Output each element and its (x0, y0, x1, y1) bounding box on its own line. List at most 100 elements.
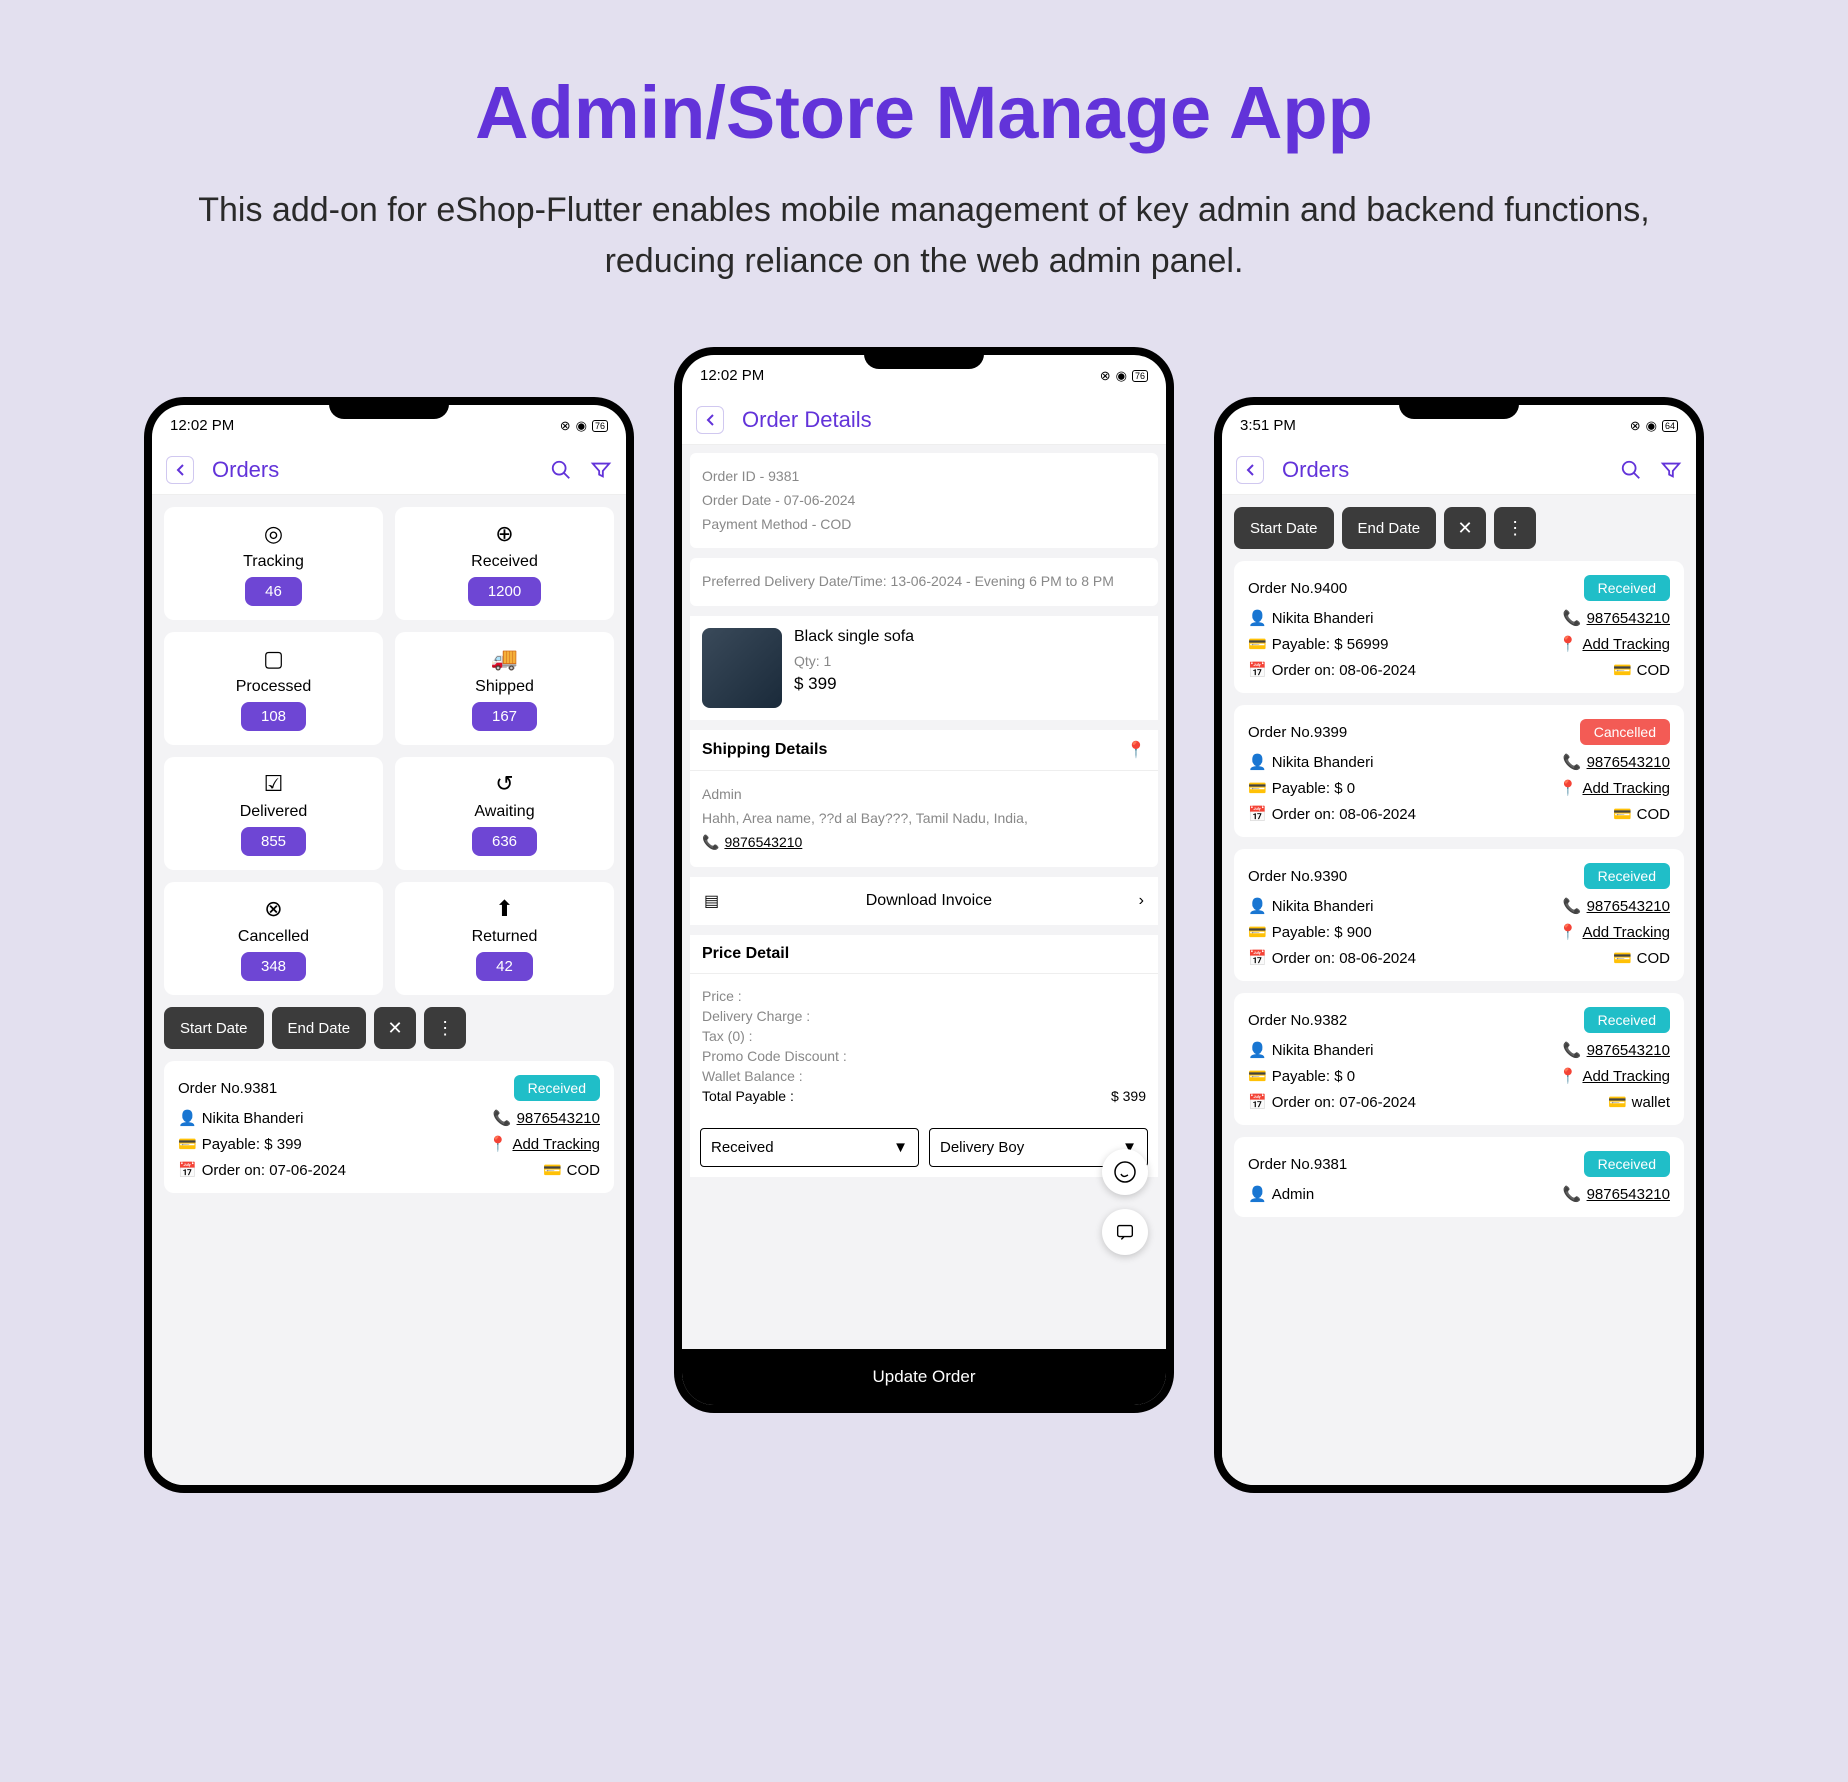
tracking-icon: ◎ (264, 521, 283, 547)
clear-date-button[interactable]: ✕ (1444, 507, 1486, 549)
product-qty: Qty: 1 (794, 650, 1146, 674)
order-info-section: Order ID - 9381 Order Date - 07-06-2024 … (690, 453, 1158, 548)
tile-cancelled[interactable]: ⊗Cancelled348 (164, 882, 383, 995)
filter-icon[interactable] (1660, 459, 1682, 481)
wifi-icon: ◉ (576, 418, 587, 434)
customer-name: 👤Nikita Bhanderi (1248, 897, 1373, 915)
phone-2: 12:02 PM ⊗◉76 Order Details Order ID - 9… (674, 347, 1174, 1413)
add-tracking-link[interactable]: 📍Add Tracking (489, 1135, 600, 1153)
shipping-header: Shipping Details📍 (690, 730, 1158, 770)
product-row[interactable]: Black single sofa Qty: 1 $ 399 (690, 616, 1158, 720)
whatsapp-fab[interactable] (1102, 1149, 1148, 1195)
more-button[interactable]: ⋮ (1494, 507, 1536, 549)
order-date: Order Date - 07-06-2024 (702, 489, 1146, 513)
order-number: Order No.9381 (178, 1080, 277, 1097)
order-card[interactable]: Order No.9382Received👤Nikita Bhanderi📞98… (1234, 993, 1684, 1125)
start-date-button[interactable]: Start Date (164, 1007, 264, 1049)
header-title: Orders (1282, 457, 1620, 483)
returned-icon: ⬆ (495, 896, 513, 922)
order-card[interactable]: Order No.9399Cancelled👤Nikita Bhanderi📞9… (1234, 705, 1684, 837)
chevron-right-icon: › (1139, 892, 1144, 910)
order-number: Order No.9381 (1248, 1156, 1347, 1173)
phone-icon: 📞 (1563, 753, 1582, 771)
back-button[interactable] (166, 456, 194, 484)
clear-date-button[interactable]: ✕ (374, 1007, 416, 1049)
customer-phone[interactable]: 📞9876543210 (1563, 1185, 1670, 1203)
wallet-label: Wallet Balance : (702, 1068, 803, 1084)
order-number: Order No.9390 (1248, 868, 1347, 885)
tile-shipped[interactable]: 🚚Shipped167 (395, 632, 614, 745)
order-id: Order ID - 9381 (702, 465, 1146, 489)
customer-phone[interactable]: 📞9876543210 (1563, 609, 1670, 627)
location-icon: 📍 (1559, 923, 1578, 941)
app-header: Order Details (682, 396, 1166, 445)
end-date-button[interactable]: End Date (272, 1007, 367, 1049)
location-icon[interactable]: 📍 (1126, 740, 1146, 760)
app-header: Orders (152, 446, 626, 495)
person-icon: 👤 (1248, 609, 1267, 627)
price-label: Price : (702, 988, 742, 1004)
back-button[interactable] (696, 406, 724, 434)
cancelled-icon: ⊗ (264, 896, 282, 922)
order-number: Order No.9400 (1248, 580, 1347, 597)
add-tracking-link[interactable]: 📍Add Tracking (1559, 923, 1670, 941)
update-order-button[interactable]: Update Order (682, 1349, 1166, 1405)
page-subtitle: This add-on for eShop-Flutter enables mo… (174, 185, 1674, 287)
download-invoice-button[interactable]: ▤ Download Invoice › (690, 877, 1158, 925)
ship-name: Admin (702, 783, 1146, 807)
customer-phone[interactable]: 📞9876543210 (1563, 1041, 1670, 1059)
tile-awaiting[interactable]: ↺Awaiting636 (395, 757, 614, 870)
status-dropdown[interactable]: Received▼ (700, 1128, 919, 1167)
customer-phone[interactable]: 📞9876543210 (1563, 897, 1670, 915)
order-status: Received (514, 1075, 600, 1101)
card-icon: 💳 (1248, 1067, 1267, 1085)
add-tracking-link[interactable]: 📍Add Tracking (1559, 1067, 1670, 1085)
battery-icon: 76 (1132, 370, 1148, 382)
filter-icon[interactable] (590, 459, 612, 481)
header-title: Order Details (742, 407, 1152, 433)
total-label: Total Payable : (702, 1088, 794, 1104)
customer-phone[interactable]: 📞9876543210 (493, 1109, 600, 1127)
customer-phone[interactable]: 📞9876543210 (1563, 753, 1670, 771)
tile-tracking[interactable]: ◎Tracking46 (164, 507, 383, 620)
more-button[interactable]: ⋮ (424, 1007, 466, 1049)
end-date-button[interactable]: End Date (1342, 507, 1437, 549)
search-icon[interactable] (1620, 459, 1642, 481)
status-time: 12:02 PM (170, 417, 234, 434)
add-tracking-link[interactable]: 📍Add Tracking (1559, 779, 1670, 797)
order-card[interactable]: Order No.9381Received👤Admin📞9876543210 (1234, 1137, 1684, 1217)
order-status: Received (1584, 863, 1670, 889)
phone-icon: 📞 (1563, 897, 1582, 915)
processed-icon: ▢ (263, 646, 284, 672)
tile-processed[interactable]: ▢Processed108 (164, 632, 383, 745)
order-number: Order No.9382 (1248, 1012, 1347, 1029)
tile-received[interactable]: ⊕Received1200 (395, 507, 614, 620)
tile-delivered[interactable]: ☑Delivered855 (164, 757, 383, 870)
status-tiles: ◎Tracking46 ⊕Received1200 ▢Processed108 … (164, 507, 614, 995)
chat-fab[interactable] (1102, 1209, 1148, 1255)
search-icon[interactable] (550, 459, 572, 481)
received-icon: ⊕ (495, 521, 513, 547)
delivery-charge-label: Delivery Charge : (702, 1008, 810, 1024)
payment-method: 💳COD (1613, 805, 1670, 823)
location-icon: 📍 (1559, 779, 1578, 797)
person-icon: 👤 (1248, 1041, 1267, 1059)
phone-icon: 📞 (1563, 1185, 1582, 1203)
ship-phone[interactable]: 📞9876543210 (702, 834, 802, 850)
location-icon: 📍 (489, 1135, 508, 1153)
payment-method: 💳COD (1613, 949, 1670, 967)
card-icon: 💳 (1608, 1093, 1627, 1111)
back-button[interactable] (1236, 456, 1264, 484)
alarm-icon: ⊗ (1100, 368, 1111, 384)
shipped-icon: 🚚 (491, 646, 518, 672)
add-tracking-link[interactable]: 📍Add Tracking (1559, 635, 1670, 653)
order-card[interactable]: Order No.9400Received👤Nikita Bhanderi📞98… (1234, 561, 1684, 693)
card-icon: 💳 (1248, 923, 1267, 941)
card-icon: 💳 (1248, 779, 1267, 797)
shipping-section: Admin Hahh, Area name, ??d al Bay???, Ta… (690, 770, 1158, 866)
start-date-button[interactable]: Start Date (1234, 507, 1334, 549)
order-card[interactable]: Order No.9390 Received 👤Nikita Bhanderi 📞98… (1234, 849, 1684, 981)
order-card[interactable]: Order No.9381Received 👤Nikita Bhanderi📞9… (164, 1061, 614, 1193)
payable: 💳Payable: $ 0 (1248, 779, 1355, 797)
tile-returned[interactable]: ⬆Returned42 (395, 882, 614, 995)
